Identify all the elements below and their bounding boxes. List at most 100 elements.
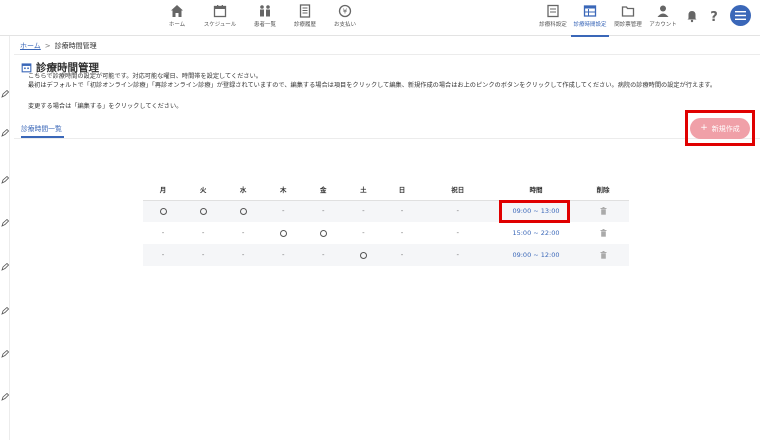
day-cell: - [223, 244, 264, 266]
nav-home-label: ホーム [168, 22, 186, 28]
trash-icon[interactable] [600, 207, 607, 215]
day-cell: - [303, 200, 344, 222]
table-row[interactable]: - - - - - ○ - - 09:00 ~ 12:00 [143, 244, 629, 266]
day-cell: - [343, 222, 383, 244]
header-time: 時間 [495, 178, 577, 201]
available-circle-icon: ○ [279, 229, 287, 237]
day-cell: ○ [303, 222, 343, 244]
left-sidebar-strip [0, 36, 10, 440]
unavailable-mark: - [400, 251, 404, 259]
unavailable-mark: - [456, 207, 460, 216]
nav-schedule[interactable]: スケジュール [197, 4, 243, 28]
edit-icon[interactable] [1, 263, 9, 271]
header-sun: 日 [383, 178, 421, 201]
edit-icon[interactable] [1, 393, 9, 401]
day-cell: ○ [223, 200, 264, 222]
edit-icon[interactable] [1, 129, 9, 137]
header-sat: 土 [343, 178, 384, 201]
department-icon [547, 4, 559, 18]
hamburger-icon [735, 11, 746, 20]
unavailable-mark: - [281, 207, 285, 216]
day-cell: - [263, 200, 304, 222]
calendar-icon [21, 63, 32, 73]
day-cell: ○ [183, 200, 224, 222]
page-description-1: こちらで診療時間の設定が可能です。対応可能な曜日、時間帯を設定してください。 [28, 73, 262, 80]
svg-text:¥: ¥ [343, 8, 348, 16]
tab-time-list[interactable]: 診療時間一覧 [21, 123, 62, 133]
new-create-button-label: 新規作成 [711, 124, 740, 133]
edit-icon[interactable] [1, 307, 9, 315]
day-cell: ○ [263, 222, 303, 244]
unavailable-mark: - [281, 251, 285, 259]
breadcrumb: ホーム > 診療時間管理 [20, 41, 97, 51]
plus-icon: + [700, 123, 708, 133]
edit-icon[interactable] [1, 176, 9, 184]
edit-icon[interactable] [1, 219, 9, 227]
clock-table-icon [583, 5, 597, 17]
unavailable-mark: - [362, 229, 365, 237]
trash-icon[interactable] [600, 251, 607, 259]
unavailable-mark: - [400, 229, 404, 237]
day-cell: - [420, 244, 495, 266]
unavailable-mark: - [456, 229, 460, 237]
delete-cell [577, 244, 629, 266]
breadcrumb-home-link[interactable]: ホーム [20, 41, 41, 51]
day-cell: - [183, 244, 224, 266]
nav-account-label: アカウント [649, 22, 677, 28]
page-description-2: 最初はデフォルトで「初診オンライン診療」「再診オンライン診療」が登録されています… [28, 82, 717, 89]
nav-account[interactable]: アカウント [640, 4, 686, 28]
day-cell: - [183, 222, 223, 244]
header-holiday: 祝日 [420, 178, 495, 201]
history-icon [299, 4, 311, 18]
patients-icon [260, 5, 270, 17]
unavailable-mark: - [241, 251, 245, 259]
time-link[interactable]: 15:00 ~ 22:00 [495, 222, 577, 244]
header-thu: 木 [263, 178, 304, 201]
nav-home[interactable]: ホーム [154, 4, 200, 28]
help-icon[interactable]: ? [707, 9, 721, 23]
highlight-frame [499, 200, 570, 223]
folder-icon [621, 6, 635, 17]
unavailable-mark: - [161, 251, 165, 259]
home-icon [171, 5, 183, 17]
page-description-3: 変更する場合は「編集する」をクリックしてください。 [28, 103, 183, 110]
menu-button[interactable] [730, 5, 751, 26]
unavailable-mark: - [241, 229, 245, 237]
table-row[interactable]: - - - ○ ○ - - - 15:00 ~ 22:00 [143, 222, 629, 244]
available-circle-icon: ○ [239, 207, 247, 215]
day-cell: - [383, 222, 420, 244]
available-circle-icon: ○ [359, 251, 367, 259]
nav-payment[interactable]: ¥ お支払い [322, 4, 368, 28]
day-cell: ○ [343, 244, 384, 266]
calendar-icon [213, 5, 227, 18]
available-circle-icon: ○ [159, 207, 167, 215]
header-wed: 水 [223, 178, 264, 201]
unavailable-mark: - [322, 207, 325, 216]
bell-icon[interactable] [685, 9, 699, 23]
trash-icon[interactable] [600, 229, 607, 237]
day-cell: - [223, 222, 263, 244]
day-cell: - [383, 244, 421, 266]
breadcrumb-separator: > [44, 42, 51, 50]
header-mon: 月 [143, 178, 184, 201]
available-circle-icon: ○ [199, 207, 207, 215]
top-navigation: ホーム スケジュール 患者一覧 診療履歴 ¥ お支払い 診療科設定 診療時間設定… [0, 0, 760, 37]
divider [14, 138, 760, 139]
header-delete: 削除 [577, 178, 629, 201]
day-cell: - [383, 200, 421, 222]
day-cell: - [143, 222, 183, 244]
day-cell: - [420, 200, 495, 222]
day-cell: ○ [143, 200, 184, 222]
header-tue: 火 [183, 178, 224, 201]
unavailable-mark: - [201, 229, 205, 237]
day-cell: - [343, 200, 384, 222]
new-create-button[interactable]: + 新規作成 [690, 118, 750, 139]
available-circle-icon: ○ [319, 229, 327, 237]
time-link[interactable]: 09:00 ~ 12:00 [495, 244, 577, 266]
edit-icon[interactable] [1, 350, 9, 358]
edit-icon[interactable] [1, 90, 9, 98]
table-header-row: 月 火 水 木 金 土 日 祝日 時間 削除 [143, 178, 629, 201]
delete-cell [577, 200, 629, 222]
delete-cell [577, 222, 629, 244]
unavailable-mark: - [322, 251, 325, 259]
